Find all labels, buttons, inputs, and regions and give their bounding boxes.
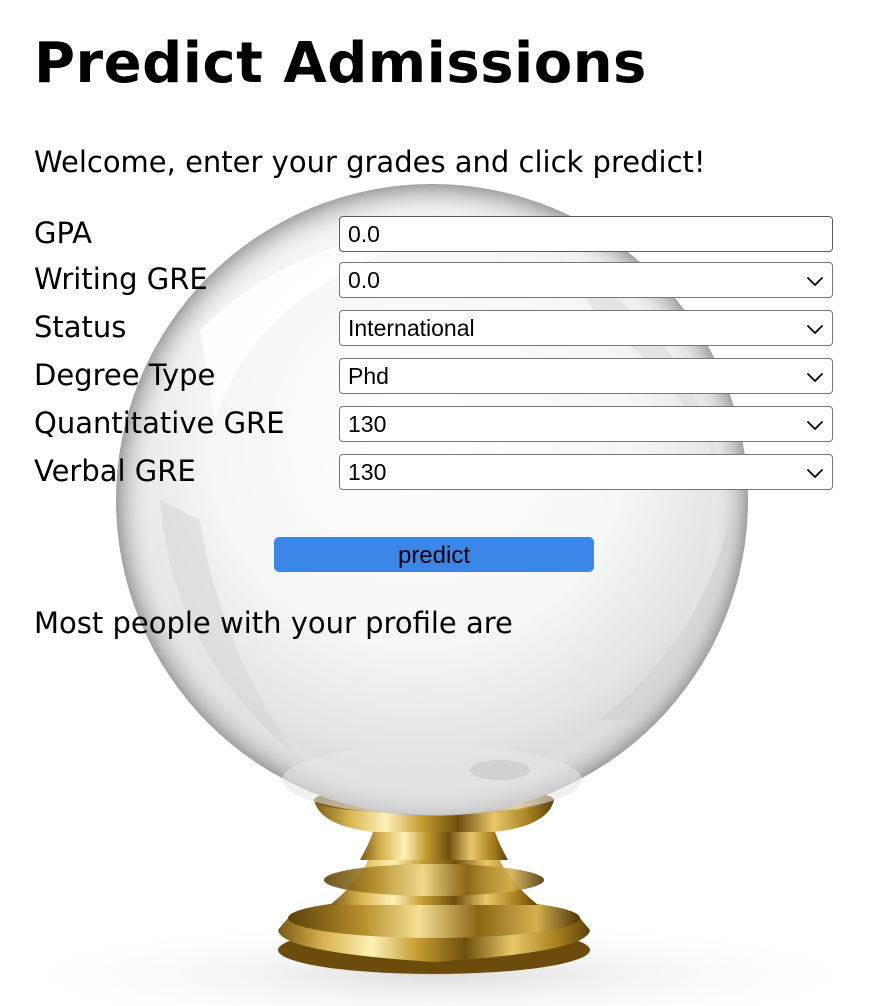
main-content: Predict Admissions Welcome, enter your g…	[0, 0, 884, 1006]
chevron-down-icon	[807, 277, 823, 286]
form-row-gpa: GPA 0.0	[34, 214, 834, 252]
status-select[interactable]: International	[339, 310, 833, 346]
chevron-down-icon	[807, 421, 823, 430]
chevron-down-icon	[807, 325, 823, 334]
verbal-gre-value: 130	[348, 459, 387, 485]
quantitative-gre-label: Quantitative GRE	[34, 406, 285, 440]
verbal-gre-label: Verbal GRE	[34, 454, 196, 488]
gpa-input-value: 0.0	[348, 221, 380, 247]
degree-type-select[interactable]: Phd	[339, 358, 833, 394]
form-row-status: Status International	[34, 308, 834, 346]
form-row-degree-type: Degree Type Phd	[34, 356, 834, 394]
form-row-verbal-gre: Verbal GRE 130	[34, 452, 834, 490]
gpa-input[interactable]: 0.0	[339, 216, 833, 252]
form-row-writing-gre: Writing GRE 0.0	[34, 260, 834, 298]
verbal-gre-select[interactable]: 130	[339, 454, 833, 490]
predict-button[interactable]: predict	[274, 537, 594, 572]
degree-type-label: Degree Type	[34, 358, 216, 392]
page: Predict Admissions Welcome, enter your g…	[0, 0, 884, 1006]
chevron-down-icon	[807, 373, 823, 382]
writing-gre-label: Writing GRE	[34, 262, 208, 296]
gpa-label: GPA	[34, 216, 92, 250]
welcome-message: Welcome, enter your grades and click pre…	[34, 145, 706, 179]
prediction-result: Most people with your profile are	[34, 606, 513, 640]
status-value: International	[348, 315, 475, 341]
form-row-quantitative-gre: Quantitative GRE 130	[34, 404, 834, 442]
status-label: Status	[34, 310, 127, 344]
writing-gre-value: 0.0	[348, 267, 380, 293]
quantitative-gre-select[interactable]: 130	[339, 406, 833, 442]
degree-type-value: Phd	[348, 363, 389, 389]
chevron-down-icon	[807, 469, 823, 478]
quantitative-gre-value: 130	[348, 411, 387, 437]
writing-gre-select[interactable]: 0.0	[339, 262, 833, 298]
page-title: Predict Admissions	[34, 31, 647, 96]
